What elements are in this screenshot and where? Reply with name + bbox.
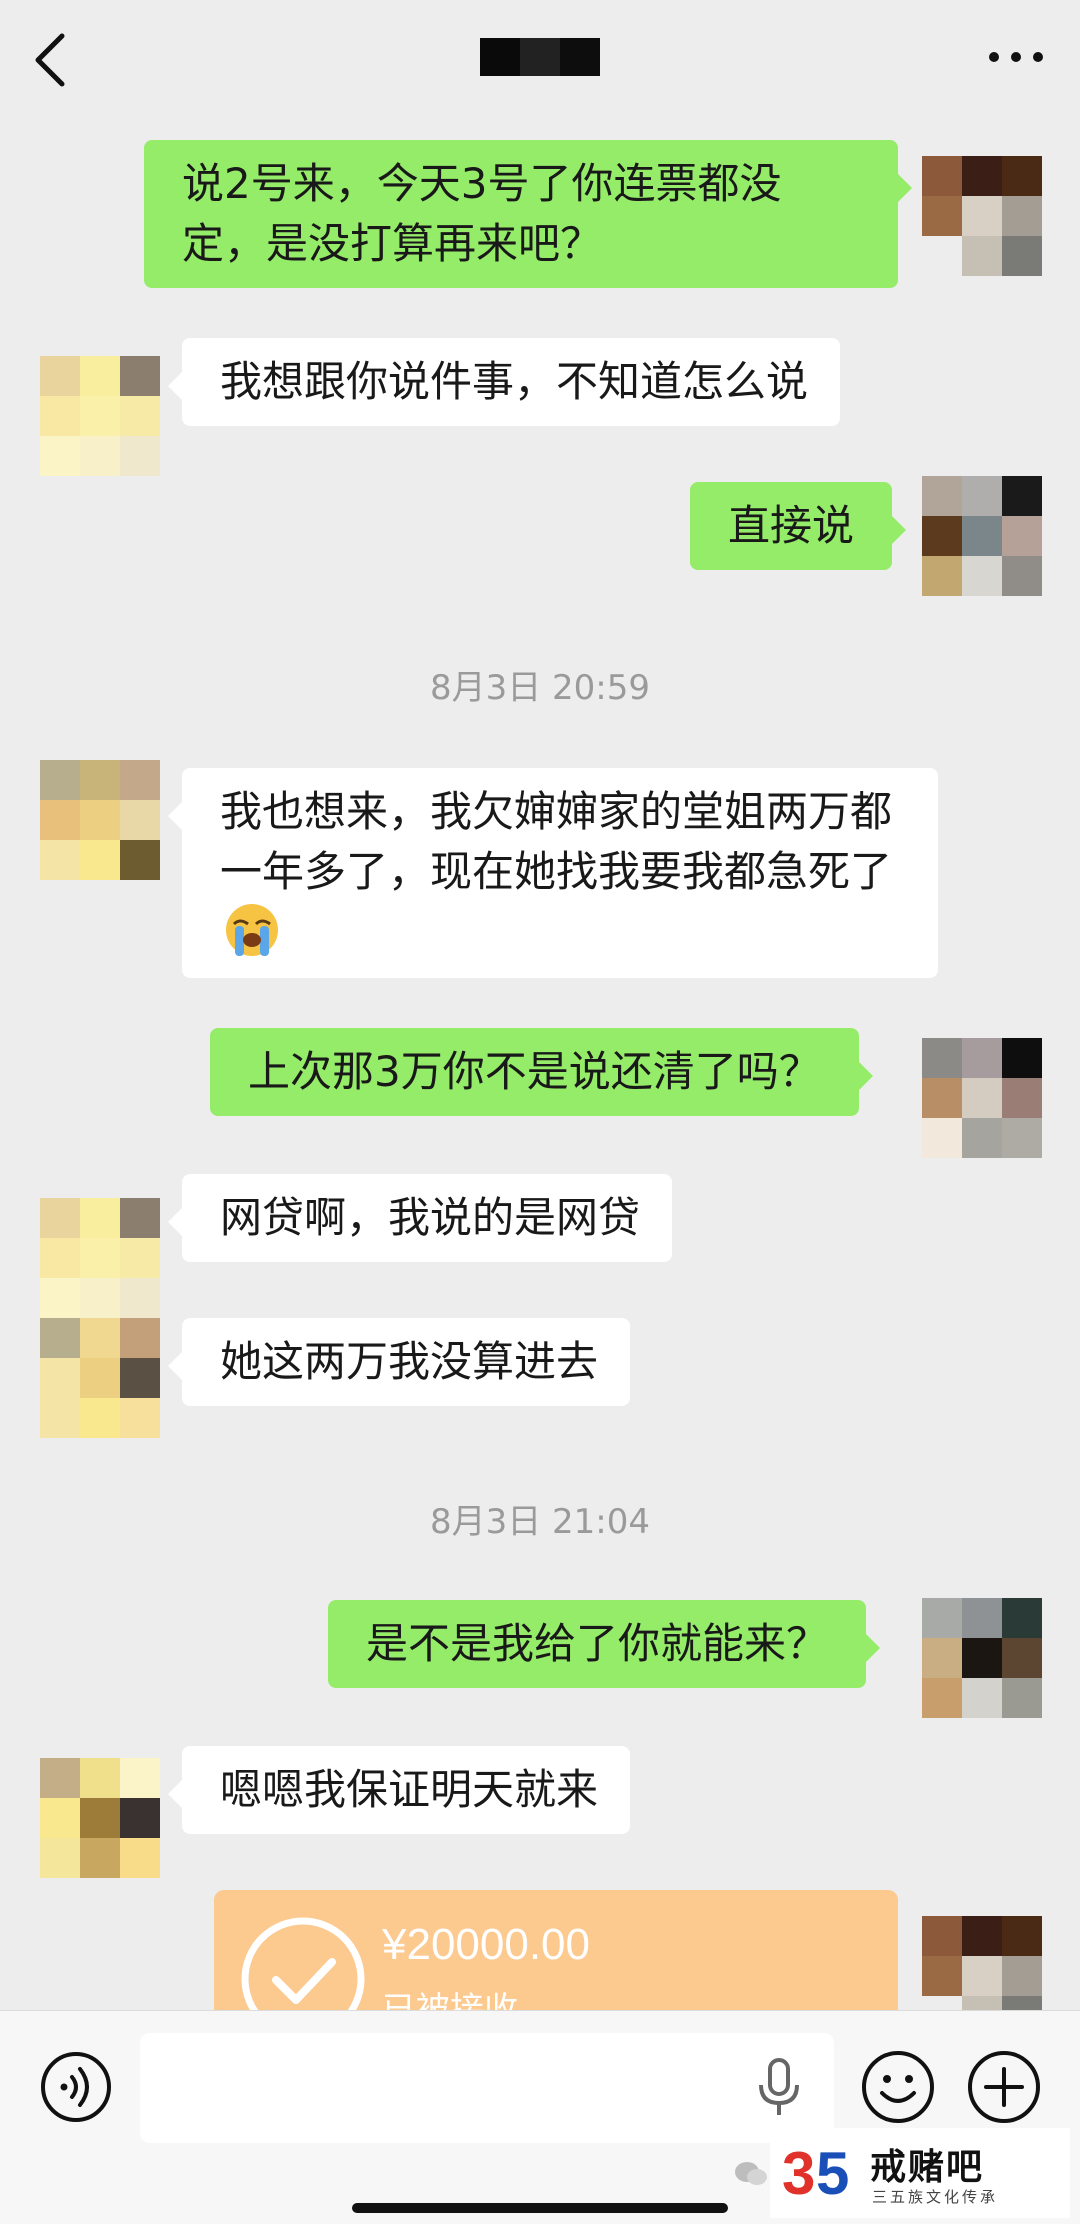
avatar-self[interactable] — [922, 1916, 1042, 2010]
avatar-contact[interactable] — [40, 760, 160, 880]
message-text: 嗯嗯我保证明天就来 — [220, 1765, 599, 1814]
more-dots-icon[interactable] — [986, 42, 1046, 72]
avatar-contact[interactable] — [40, 356, 160, 476]
message-input[interactable] — [140, 2033, 834, 2143]
message-bubble-contact[interactable]: 我想跟你说件事，不知道怎么说 — [167, 338, 841, 426]
emoji-face-icon[interactable] — [860, 2049, 936, 2125]
check-circle-icon — [241, 1917, 365, 2010]
avatar-contact[interactable] — [40, 1758, 160, 1878]
message-text: 我也想来，我欠婶婶家的堂姐两万都一年多了，现在她找我要我都急死了 — [220, 787, 893, 896]
transfer-status: 已被接收 — [382, 1990, 518, 2010]
message-bubble-contact[interactable]: 她这两万我没算进去 — [167, 1318, 631, 1406]
message-text: 我想跟你说件事，不知道怎么说 — [220, 357, 809, 406]
message-bubble-self[interactable]: 是不是我给了你就能来？ — [328, 1600, 881, 1688]
message-bubble-self[interactable]: 直接说 — [690, 482, 907, 570]
message-text: 直接说 — [728, 501, 855, 550]
avatar-self[interactable] — [922, 1038, 1042, 1158]
message-text: 说2号来，今天3号了你连票都没定，是没打算再来吧？ — [182, 159, 782, 268]
message-bubble-self[interactable]: 说2号来，今天3号了你连票都没定，是没打算再来吧？ — [144, 140, 912, 288]
message-text: 是不是我给了你就能来？ — [366, 1619, 829, 1668]
message-text: 她这两万我没算进去 — [220, 1337, 599, 1386]
avatar-contact[interactable] — [40, 1198, 160, 1318]
watermark-subtitle: 三五族文化传承 — [872, 2188, 999, 2206]
microphone-icon[interactable] — [756, 2057, 802, 2119]
transfer-amount: ¥20000.00 — [382, 1920, 590, 1969]
chat-title-redacted — [480, 38, 600, 76]
wechat-logo-icon — [735, 2162, 767, 2185]
message-bubble-contact[interactable]: 我也想来，我欠婶婶家的堂姐两万都一年多了，现在她找我要我都急死了 — [168, 768, 938, 978]
brand-logo-icon: 3 5 — [782, 2140, 849, 2206]
avatar-self[interactable] — [922, 476, 1042, 596]
transfer-card[interactable]: ¥20000.00 已被接收 — [214, 1890, 898, 2010]
timestamp: 8月3日 20:59 — [429, 668, 651, 708]
voice-input-icon[interactable] — [40, 2051, 112, 2123]
watermark-title: 戒赌吧 — [870, 2147, 985, 2188]
loudly-crying-face-icon — [226, 904, 278, 956]
message-bubble-self[interactable]: 上次那3万你不是说还清了吗？ — [210, 1028, 873, 1116]
message-text: 上次那3万你不是说还清了吗？ — [248, 1047, 821, 1096]
watermark: 3 5 戒赌吧 三五族文化传承 — [770, 2128, 1070, 2218]
home-indicator — [352, 2203, 728, 2213]
back-chevron-icon[interactable] — [28, 30, 72, 90]
top-bar — [0, 0, 1080, 120]
message-list[interactable]: 说2号来，今天3号了你连票都没定，是没打算再来吧？ 我想跟你说件事，不知道怎么说… — [0, 120, 1080, 2010]
plus-circle-icon[interactable] — [966, 2049, 1042, 2125]
message-bubble-contact[interactable]: 嗯嗯我保证明天就来 — [167, 1746, 631, 1834]
avatar-self[interactable] — [922, 156, 1042, 276]
avatar-self[interactable] — [922, 1598, 1042, 1718]
message-bubble-contact[interactable]: 网贷啊，我说的是网贷 — [167, 1174, 673, 1262]
timestamp: 8月3日 21:04 — [429, 1502, 651, 1542]
avatar-contact[interactable] — [40, 1318, 160, 1438]
message-text: 网贷啊，我说的是网贷 — [220, 1193, 641, 1242]
logo-digit-5: 5 — [816, 2140, 849, 2206]
logo-digit-3: 3 — [782, 2140, 815, 2206]
